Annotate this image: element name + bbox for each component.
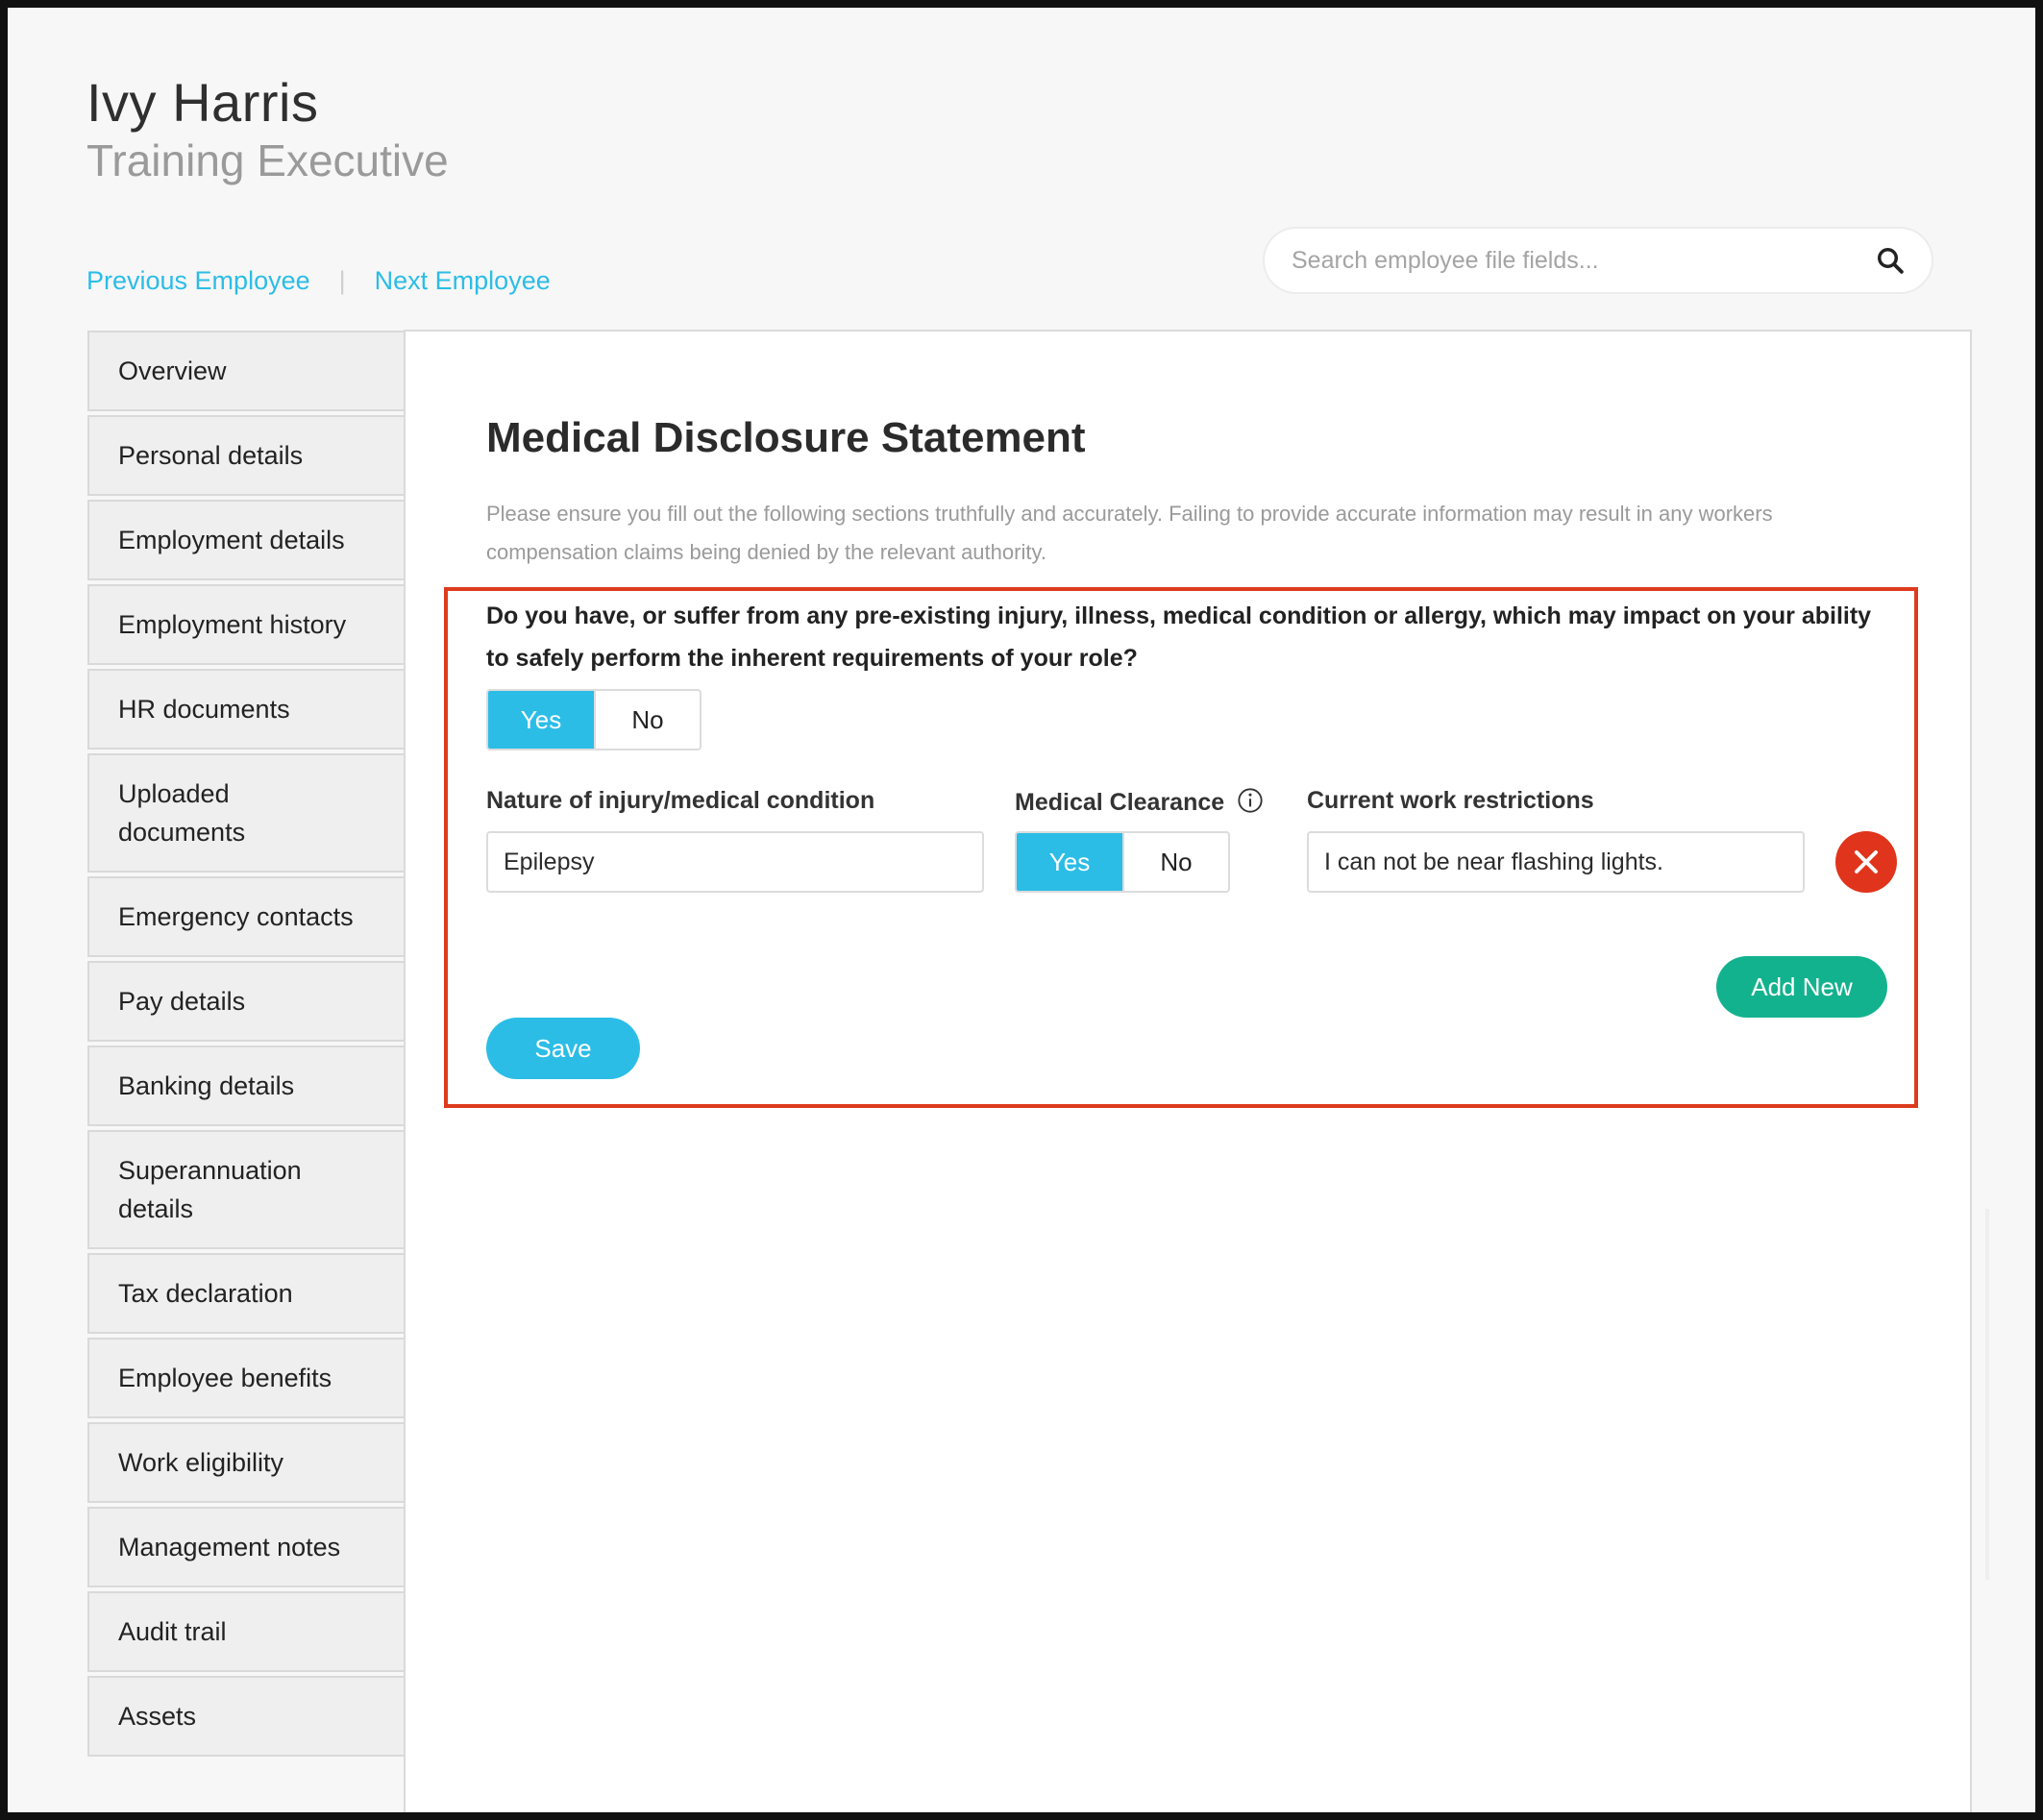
sidebar-item-banking-details[interactable]: Banking details xyxy=(87,1045,405,1126)
sidebar-item-label: Work eligibility xyxy=(118,1448,284,1477)
previous-employee-link[interactable]: Previous Employee xyxy=(86,266,310,296)
sidebar-item-superannuation-details[interactable]: Superannuation details xyxy=(87,1130,405,1249)
sidebar-item-label: Superannuation details xyxy=(118,1156,302,1223)
sidebar-item-overview[interactable]: Overview xyxy=(87,331,405,411)
sidebar-item-label: Personal details xyxy=(118,441,304,470)
search-icon[interactable] xyxy=(1876,246,1905,275)
sidebar-item-label: Emergency contacts xyxy=(118,902,354,931)
close-icon xyxy=(1855,850,1878,873)
condition-label: Nature of injury/medical condition xyxy=(486,787,875,814)
content-panel: Medical Disclosure Statement Please ensu… xyxy=(404,330,1972,1812)
sidebar-item-label: Employment details xyxy=(118,526,345,554)
sidebar-item-label: Banking details xyxy=(118,1071,295,1100)
condition-input[interactable] xyxy=(486,831,984,893)
sidebar-item-employment-history[interactable]: Employment history xyxy=(87,584,405,665)
remove-row-button[interactable] xyxy=(1835,831,1897,893)
page-title: Medical Disclosure Statement xyxy=(486,414,1086,461)
next-employee-link[interactable]: Next Employee xyxy=(375,266,551,296)
employee-name: Ivy Harris xyxy=(86,72,319,133)
clearance-no-option[interactable]: No xyxy=(1122,833,1228,891)
clearance-label: Medical Clearance xyxy=(1015,789,1225,816)
sidebar-item-tax-declaration[interactable]: Tax declaration xyxy=(87,1253,405,1334)
add-new-button[interactable]: Add New xyxy=(1716,956,1887,1018)
sidebar-item-employee-benefits[interactable]: Employee benefits xyxy=(87,1338,405,1418)
sidebar-item-hr-documents[interactable]: HR documents xyxy=(87,669,405,750)
preexisting-toggle: Yes No xyxy=(486,689,702,750)
sidebar-item-label: Pay details xyxy=(118,987,246,1016)
sidebar-item-label: Assets xyxy=(118,1702,197,1731)
preexisting-yes-option[interactable]: Yes xyxy=(488,691,594,749)
sidebar-item-personal-details[interactable]: Personal details xyxy=(87,415,405,496)
employee-navigation: Previous Employee | Next Employee xyxy=(86,261,551,300)
sidebar-item-pay-details[interactable]: Pay details xyxy=(87,961,405,1042)
save-button[interactable]: Save xyxy=(486,1018,640,1079)
sidebar-item-uploaded-documents[interactable]: Uploaded documents xyxy=(87,753,405,873)
app-frame: Ivy Harris Training Executive Previous E… xyxy=(8,8,2035,1812)
sidebar-item-label: Audit trail xyxy=(118,1617,227,1646)
search-input[interactable] xyxy=(1292,246,1876,275)
sidebar-item-label: Employee benefits xyxy=(118,1364,332,1392)
sidebar-item-audit-trail[interactable]: Audit trail xyxy=(87,1591,405,1672)
preexisting-question: Do you have, or suffer from any pre-exis… xyxy=(486,603,1872,672)
search-box xyxy=(1263,227,1933,294)
employee-role: Training Executive xyxy=(86,135,449,185)
sidebar-item-work-eligibility[interactable]: Work eligibility xyxy=(87,1422,405,1503)
info-icon[interactable] xyxy=(1237,787,1264,814)
sidebar-item-label: Uploaded documents xyxy=(118,779,246,847)
scrollbar[interactable] xyxy=(1985,1209,1989,1580)
sidebar-item-management-notes[interactable]: Management notes xyxy=(87,1507,405,1587)
sidebar: Overview Personal details Employment det… xyxy=(87,331,405,1760)
nav-separator: | xyxy=(338,265,346,295)
sidebar-item-label: HR documents xyxy=(118,695,290,724)
restrictions-label: Current work restrictions xyxy=(1307,787,1594,814)
sidebar-item-label: Employment history xyxy=(118,610,347,639)
sidebar-item-label: Management notes xyxy=(118,1533,341,1562)
sidebar-item-employment-details[interactable]: Employment details xyxy=(87,500,405,580)
sidebar-item-emergency-contacts[interactable]: Emergency contacts xyxy=(87,876,405,957)
preexisting-no-option[interactable]: No xyxy=(594,691,700,749)
sidebar-item-label: Tax declaration xyxy=(118,1279,293,1308)
sidebar-item-assets[interactable]: Assets xyxy=(87,1676,405,1757)
sidebar-item-label: Overview xyxy=(118,357,227,385)
restrictions-input[interactable] xyxy=(1307,831,1805,893)
clearance-yes-option[interactable]: Yes xyxy=(1017,833,1122,891)
intro-text: Please ensure you fill out the following… xyxy=(486,502,1773,564)
clearance-toggle: Yes No xyxy=(1015,831,1230,893)
clearance-label-group: Medical Clearance xyxy=(1015,787,1264,817)
